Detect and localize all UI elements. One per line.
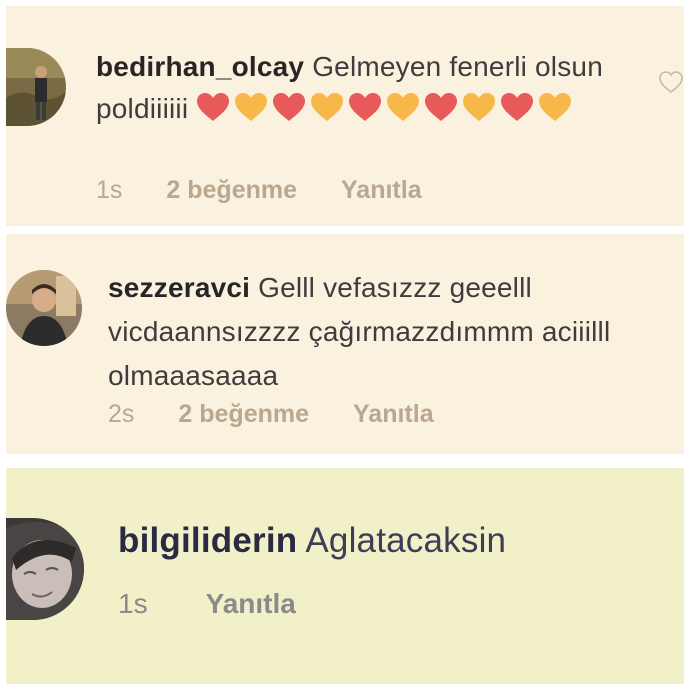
comment-time: 2s <box>108 400 135 428</box>
red-heart-icon <box>349 93 382 121</box>
comment-panel: bedirhan_olcay Gelmeyen fenerli olsun po… <box>6 6 684 226</box>
comment-text-block: bilgiliderin Aglatacaksin <box>118 518 678 564</box>
avatar[interactable] <box>6 518 84 620</box>
reply-button[interactable]: Yanıtla <box>341 176 422 205</box>
avatar-photo <box>6 518 84 620</box>
comment-body: Aglatacaksin <box>305 521 507 560</box>
comment-meta: 2s 2 beğenme Yanıtla <box>108 400 434 429</box>
heart-outline-icon[interactable] <box>658 70 684 94</box>
comment-username[interactable]: bilgiliderin <box>118 521 297 560</box>
red-heart-icon <box>425 93 458 121</box>
red-heart-icon <box>273 93 306 121</box>
avatar-photo <box>6 270 82 346</box>
yellow-heart-icon <box>235 93 268 121</box>
comment-text-block: bedirhan_olcay Gelmeyen fenerli olsun po… <box>96 46 616 130</box>
screenshot-collage: bedirhan_olcay Gelmeyen fenerli olsun po… <box>0 0 690 690</box>
yellow-heart-icon <box>311 93 344 121</box>
red-heart-icon <box>197 93 230 121</box>
likes-count-link[interactable]: 2 beğenme <box>178 400 309 429</box>
yellow-heart-icon <box>463 93 496 121</box>
comment-meta: 1s 2 beğenme Yanıtla <box>96 176 422 205</box>
comment-username[interactable]: bedirhan_olcay <box>96 51 304 82</box>
comment-meta: 1s Yanıtla <box>118 588 296 620</box>
red-heart-icon <box>501 93 534 121</box>
yellow-heart-icon <box>539 93 572 121</box>
emoji-hearts <box>196 93 576 124</box>
comment-text-block: sezzeravci Gelll vefasızzz geeelll vicda… <box>108 266 648 398</box>
reply-button[interactable]: Yanıtla <box>353 400 434 429</box>
yellow-heart-icon <box>387 93 420 121</box>
comment-username[interactable]: sezzeravci <box>108 272 250 303</box>
likes-count-link[interactable]: 2 beğenme <box>166 176 297 205</box>
comment-time: 1s <box>118 588 148 619</box>
comment-time: 1s <box>96 176 123 204</box>
comment-panel: sezzeravci Gelll vefasızzz geeelll vicda… <box>6 234 684 454</box>
reply-button[interactable]: Yanıtla <box>206 588 296 620</box>
avatar-photo <box>6 48 66 126</box>
comment-panel: bilgiliderin Aglatacaksin 1s Yanıtla <box>6 468 684 684</box>
avatar[interactable] <box>6 270 82 346</box>
avatar[interactable] <box>6 48 66 126</box>
